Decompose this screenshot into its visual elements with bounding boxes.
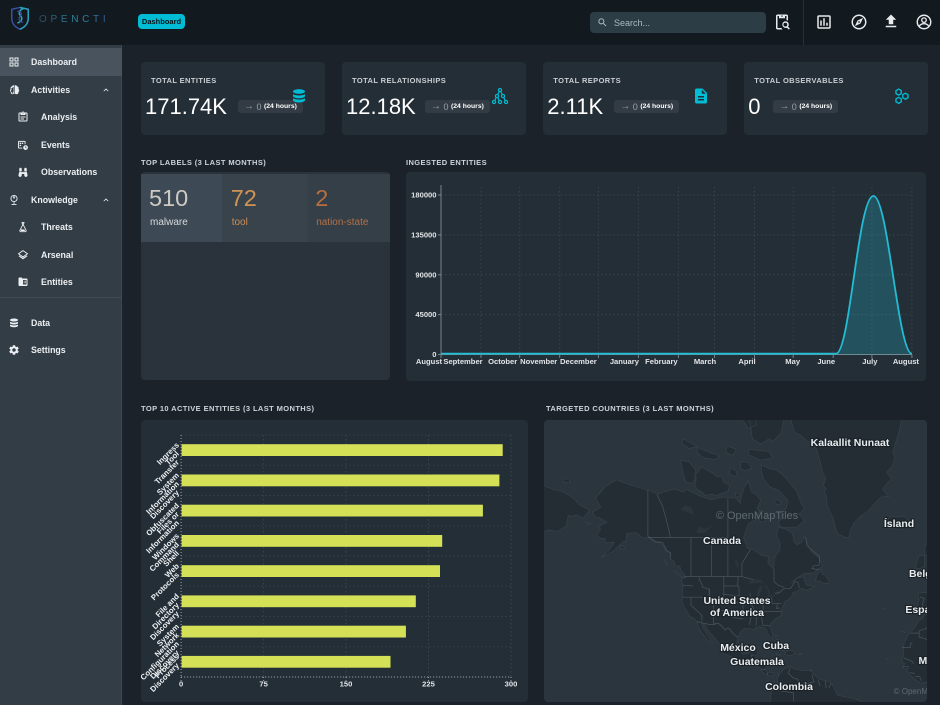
svg-text:Belgiq: Belgiq: [909, 568, 927, 580]
svg-text:of America: of America: [710, 607, 764, 619]
svg-text:Ísland: Ísland: [884, 517, 914, 530]
svg-text:Maroc: Maroc: [919, 655, 927, 667]
svg-text:August: August: [893, 357, 920, 366]
svg-text:Guatemala: Guatemala: [730, 656, 784, 668]
svg-text:August: August: [416, 357, 443, 366]
svg-text:United States: United States: [703, 595, 770, 607]
svg-text:225: 225: [422, 680, 435, 689]
svg-text:© OpenM: © OpenM: [894, 687, 927, 696]
svg-text:March: March: [694, 357, 717, 366]
svg-text:Cuba: Cuba: [763, 640, 789, 652]
svg-text:España: España: [905, 604, 926, 616]
svg-text:April: April: [738, 357, 755, 366]
svg-text:November: November: [520, 357, 557, 366]
svg-text:90000: 90000: [415, 270, 436, 279]
svg-text:300: 300: [504, 680, 517, 689]
svg-text:Kalaallit Nunaat: Kalaallit Nunaat: [811, 437, 890, 449]
svg-text:September: September: [443, 357, 482, 366]
svg-text:December: December: [560, 357, 597, 366]
svg-text:Colombia: Colombia: [765, 681, 813, 693]
svg-text:0: 0: [178, 680, 182, 689]
svg-text:October: October: [488, 357, 517, 366]
svg-text:45000: 45000: [415, 310, 436, 319]
svg-text:July: July: [862, 357, 878, 366]
svg-text:June: June: [817, 357, 835, 366]
svg-text:© OpenMapTiles: © OpenMapTiles: [716, 510, 799, 522]
svg-text:January: January: [610, 357, 640, 366]
svg-text:135000: 135000: [411, 231, 436, 240]
svg-text:May: May: [785, 357, 801, 366]
svg-text:Canada: Canada: [703, 535, 741, 547]
svg-text:150: 150: [339, 680, 352, 689]
svg-text:180000: 180000: [411, 191, 436, 200]
svg-text:75: 75: [259, 680, 268, 689]
svg-text:February: February: [645, 357, 678, 366]
svg-text:México: México: [720, 642, 756, 654]
